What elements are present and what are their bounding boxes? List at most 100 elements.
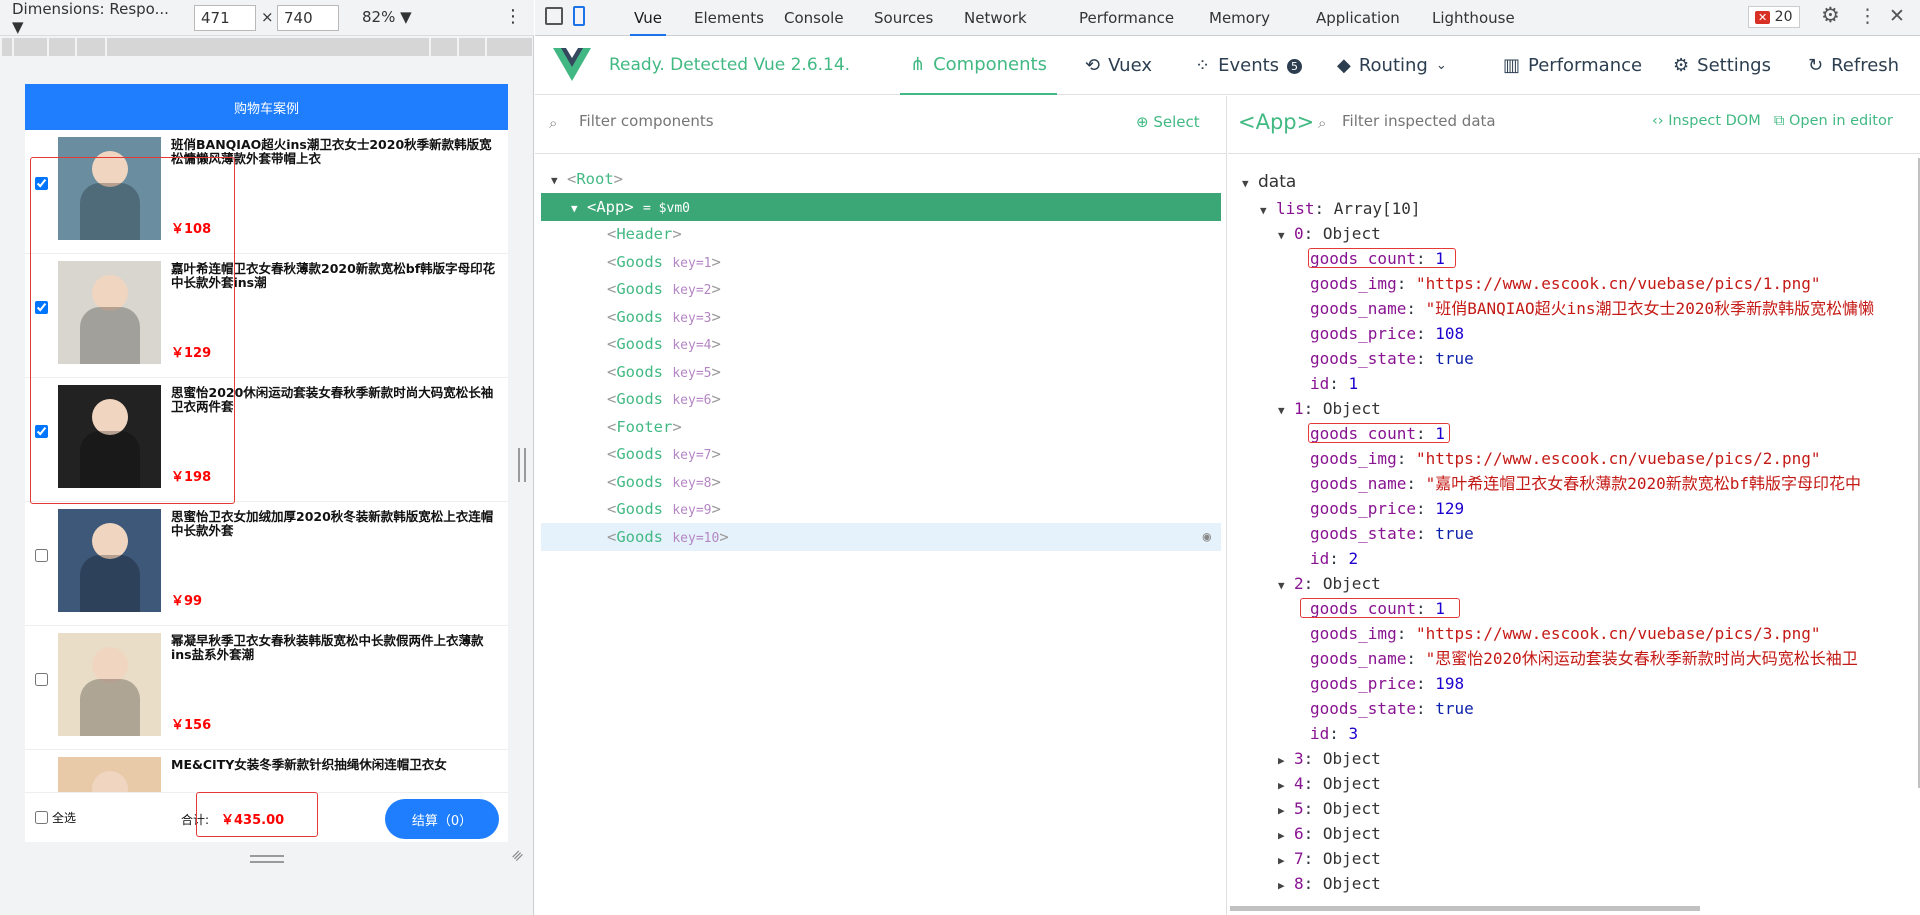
- tab-console[interactable]: Console: [780, 0, 848, 36]
- tree-node-app[interactable]: ▼ <App> = $vm0: [541, 192, 1221, 223]
- tree-node-goods[interactable]: <Goods key=6>: [541, 385, 1221, 413]
- goods-item: 幂凝早秋季卫衣女春秋装韩版宽松中长款假两件上衣薄款ins盐系外套潮 ￥156: [25, 626, 508, 750]
- inspected-component-name: <App>: [1238, 110, 1315, 134]
- object-node[interactable]: ▶ 8: Object: [1278, 871, 1381, 896]
- goods-checkbox[interactable]: [35, 549, 48, 562]
- tree-node-key: key=4: [672, 338, 712, 353]
- chevron-down-icon: ⌄: [1435, 58, 1447, 73]
- tree-node-key: key=6: [672, 393, 712, 408]
- tree-node-goods[interactable]: <Goods key=9>: [541, 495, 1221, 523]
- goods-image: [58, 509, 161, 612]
- data-section[interactable]: ▼ data: [1242, 169, 1296, 194]
- filter-inspected-input[interactable]: [1342, 112, 1622, 130]
- close-devtools-icon[interactable]: ✕: [1889, 5, 1905, 27]
- object-node[interactable]: ▼ 2: Object: [1278, 571, 1381, 596]
- side-resize-handle[interactable]: [518, 448, 526, 482]
- goods-state-prop[interactable]: goods_state: true: [1310, 521, 1474, 546]
- tab-performance[interactable]: Performance: [1075, 0, 1178, 36]
- tree-node-root[interactable]: ▼ <Root>: [541, 165, 1221, 193]
- dimensions-select[interactable]: Dimensions: Respo... ▼: [12, 0, 180, 36]
- goods-checkbox[interactable]: [35, 673, 48, 686]
- expand-arrow-icon[interactable]: ▼: [571, 195, 587, 223]
- goods-img-prop[interactable]: goods_img: "https://www.escook.cn/vuebas…: [1310, 446, 1821, 471]
- eye-icon[interactable]: ◉: [1203, 523, 1211, 551]
- tree-node-goods[interactable]: <Goods key=10> ◉: [541, 522, 1221, 551]
- tab-memory[interactable]: Memory: [1205, 0, 1274, 36]
- select-component-button[interactable]: ⊕ Select: [1136, 113, 1200, 131]
- goods-img-prop[interactable]: goods_img: "https://www.escook.cn/vuebas…: [1310, 621, 1821, 646]
- object-node[interactable]: ▼ 0: Object: [1278, 221, 1381, 246]
- tree-node-goods[interactable]: <Goods key=5>: [541, 358, 1221, 386]
- nav-components[interactable]: ⋔ Components: [900, 37, 1057, 95]
- nav-refresh[interactable]: ↻ Refresh: [1808, 37, 1899, 95]
- tree-node-goods[interactable]: <Goods key=7>: [541, 440, 1221, 468]
- id-prop[interactable]: id: 3: [1310, 721, 1358, 746]
- nav-settings[interactable]: ⚙ Settings: [1673, 37, 1771, 95]
- tree-node-goods[interactable]: <Goods key=2>: [541, 275, 1221, 303]
- tree-node-goods[interactable]: <Goods key=8>: [541, 468, 1221, 496]
- goods-state-prop[interactable]: goods_state: true: [1310, 696, 1474, 721]
- tree-node-key: key=1: [672, 255, 712, 271]
- object-node[interactable]: ▶ 3: Object: [1278, 746, 1381, 771]
- object-node[interactable]: ▼ 1: Object: [1278, 396, 1381, 421]
- tree-node-goods[interactable]: <Goods key=1>: [541, 248, 1221, 276]
- tree-node-goods[interactable]: <Goods key=3>: [541, 303, 1221, 331]
- tab-application[interactable]: Application: [1312, 0, 1404, 36]
- kebab-icon[interactable]: ⋮: [504, 6, 522, 27]
- nav-events[interactable]: ⁘ Events 5: [1195, 37, 1303, 95]
- annotation-box-goods-count: [1300, 598, 1460, 618]
- goods-price-prop[interactable]: goods_price: 108: [1310, 321, 1464, 346]
- tree-node-footer[interactable]: <Footer>: [541, 413, 1221, 441]
- tab-sources[interactable]: Sources: [870, 0, 937, 36]
- tree-node-label: Goods: [616, 500, 664, 518]
- open-in-editor-button[interactable]: ⧉ Open in editor: [1774, 113, 1893, 129]
- tab-vue[interactable]: Vue: [630, 0, 666, 36]
- horizontal-scrollbar[interactable]: [1230, 906, 1700, 911]
- goods-name-prop[interactable]: goods_name: "嘉叶希连帽卫衣女春秋薄款2020新款宽松bf韩版字母印…: [1310, 471, 1861, 496]
- device-toggle-icon[interactable]: [573, 6, 585, 26]
- goods-name-prop[interactable]: goods_name: "班俏BANQIAO超火ins潮卫衣女士2020秋季新款…: [1310, 296, 1874, 321]
- inspect-dom-button[interactable]: ‹› Inspect DOM: [1652, 113, 1761, 129]
- tree-node-goods[interactable]: <Goods key=4>: [541, 330, 1221, 358]
- inspect-element-icon[interactable]: [545, 7, 563, 25]
- filter-components-input[interactable]: [579, 112, 879, 130]
- goods-price-prop[interactable]: goods_price: 129: [1310, 496, 1464, 521]
- list-array[interactable]: ▼ list: Array[10]: [1260, 196, 1421, 221]
- tab-elements[interactable]: Elements: [690, 0, 768, 36]
- bottom-resize-handle[interactable]: [250, 855, 284, 863]
- checkout-button[interactable]: 结算（0）: [385, 799, 499, 839]
- object-node[interactable]: ▶ 4: Object: [1278, 771, 1381, 796]
- tab-lighthouse[interactable]: Lighthouse: [1428, 0, 1519, 36]
- object-node[interactable]: ▶ 6: Object: [1278, 821, 1381, 846]
- select-all-checkbox[interactable]: [35, 811, 48, 824]
- height-input[interactable]: [277, 5, 339, 31]
- tab-network[interactable]: Network: [960, 0, 1031, 36]
- more-options-icon[interactable]: ⋮: [1858, 5, 1877, 27]
- settings-gear-icon[interactable]: ⚙: [1821, 3, 1840, 27]
- vue-toolbar: Ready. Detected Vue 2.6.14. ⋔ Components …: [535, 37, 1920, 95]
- vue-ready-text: Ready. Detected Vue 2.6.14.: [609, 55, 851, 75]
- error-badge[interactable]: ✕ 20: [1748, 6, 1800, 28]
- nav-routing[interactable]: ◆ Routing ⌄: [1337, 37, 1447, 95]
- zoom-select[interactable]: 82% ▼: [362, 8, 412, 26]
- id-prop[interactable]: id: 2: [1310, 546, 1358, 571]
- goods-state-prop[interactable]: goods_state: true: [1310, 346, 1474, 371]
- tree-node-vm: = $vm0: [643, 200, 690, 216]
- object-node[interactable]: ▶ 5: Object: [1278, 796, 1381, 821]
- tree-node-header[interactable]: <Header>: [541, 220, 1221, 248]
- tree-node-label: Header: [616, 225, 673, 243]
- media-query-ruler[interactable]: [2, 38, 532, 56]
- object-node[interactable]: ▶ 7: Object: [1278, 846, 1381, 871]
- nav-performance[interactable]: ▥ Performance: [1503, 37, 1642, 95]
- components-filter-bar: ⌕ ⊕ Select: [535, 96, 1226, 154]
- goods-price-prop[interactable]: goods_price: 198: [1310, 671, 1464, 696]
- expand-arrow-icon[interactable]: ▼: [551, 167, 567, 195]
- goods-img-prop[interactable]: goods_img: "https://www.escook.cn/vuebas…: [1310, 271, 1821, 296]
- nav-routing-label: Routing: [1358, 55, 1428, 76]
- width-input[interactable]: [194, 5, 256, 31]
- id-prop[interactable]: id: 1: [1310, 371, 1358, 396]
- goods-name-prop[interactable]: goods_name: "思蜜怡2020休闲运动套装女春秋季新款时尚大码宽松长袖…: [1310, 646, 1858, 671]
- tree-node-key: key=8: [672, 475, 712, 491]
- nav-vuex[interactable]: ⟲ Vuex: [1085, 37, 1152, 95]
- corner-resize-icon[interactable]: ≡: [508, 846, 528, 866]
